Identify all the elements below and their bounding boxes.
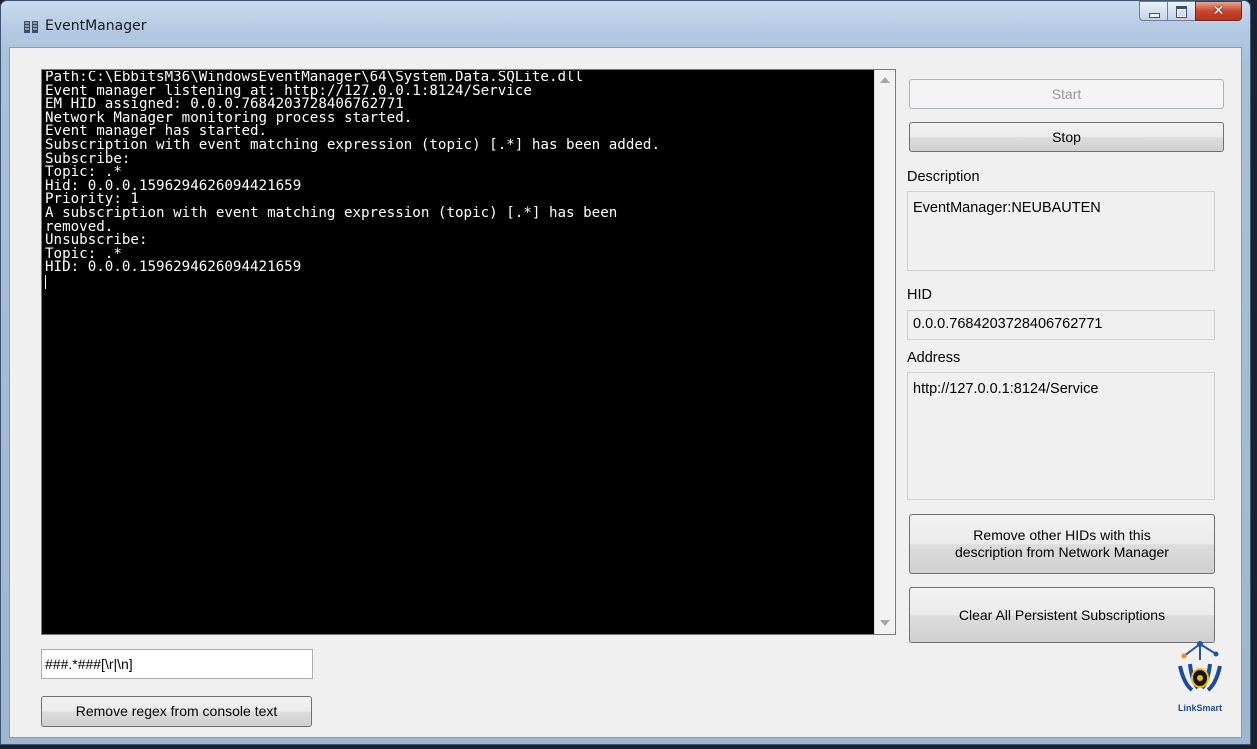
address-label: Address [907, 350, 961, 366]
maximize-icon [1176, 6, 1187, 18]
text-caret [45, 274, 46, 289]
console-output[interactable]: Path:C:\EbbitsM36\WindowsEventManager\64… [41, 69, 896, 635]
console-line: A subscription with event matching expre… [45, 204, 618, 221]
svg-text:LinkSmart: LinkSmart [1178, 703, 1222, 713]
app-icon [24, 21, 38, 33]
remove-regex-button[interactable]: Remove regex from console text [41, 696, 312, 727]
console-scrollbar[interactable] [874, 70, 895, 634]
linksmart-logo-icon: LinkSmart [1178, 641, 1222, 713]
console-line: HID: 0.0.0.1596294626094421659 [45, 259, 302, 276]
remove-hids-line1: Remove other HIDs with this [973, 527, 1151, 543]
client-area: Path:C:\EbbitsM36\WindowsEventManager\64… [9, 47, 1242, 738]
address-field[interactable]: http://127.0.0.1:8124/Service [907, 372, 1215, 500]
regex-input[interactable] [41, 649, 313, 679]
window-title: EventManager [45, 18, 147, 34]
remove-hids-line2: description from Network Manager [955, 544, 1169, 560]
clear-subscriptions-button[interactable]: Clear All Persistent Subscriptions [909, 587, 1215, 643]
event-manager-window: EventManager ✕ Path:C:\EbbitsM36\Windows… [0, 0, 1251, 745]
hid-field[interactable]: 0.0.0.7684203728406762771 [907, 310, 1215, 340]
close-icon: ✕ [1212, 3, 1225, 19]
caption-buttons: ✕ [1139, 1, 1242, 21]
minimize-button[interactable] [1139, 1, 1167, 21]
stop-button[interactable]: Stop [909, 122, 1224, 152]
console-text[interactable]: Path:C:\EbbitsM36\WindowsEventManager\64… [45, 71, 873, 634]
start-button[interactable]: Start [909, 79, 1224, 109]
scroll-up-icon[interactable] [880, 77, 890, 83]
scroll-down-icon[interactable] [880, 620, 890, 626]
hid-label: HID [907, 287, 932, 303]
close-button[interactable]: ✕ [1195, 1, 1242, 21]
description-field[interactable]: EventManager:NEUBAUTEN [907, 191, 1215, 271]
maximize-button[interactable] [1167, 1, 1195, 21]
description-label: Description [907, 169, 980, 185]
remove-other-hids-button[interactable]: Remove other HIDs with this description … [909, 514, 1215, 574]
minimize-icon [1149, 13, 1160, 18]
title-bar[interactable]: EventManager ✕ [1, 1, 1250, 47]
console-line: Subscription with event matching express… [45, 136, 660, 153]
